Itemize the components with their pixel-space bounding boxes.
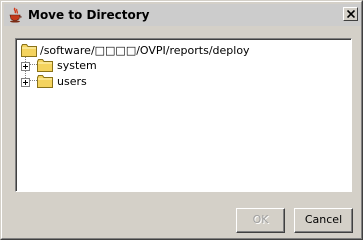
tree-root-label: /software/□□□□/OVPI/reports/deploy: [40, 44, 250, 57]
expand-plus-icon[interactable]: [21, 62, 30, 71]
title-bar[interactable]: Move to Directory: [4, 4, 361, 26]
expand-plus-icon[interactable]: [21, 78, 30, 87]
cancel-button[interactable]: Cancel: [294, 208, 353, 233]
folder-icon: [37, 75, 53, 91]
directory-tree-inner: /software/□□□□/OVPI/reports/deploy syste…: [16, 39, 351, 191]
move-to-directory-dialog: Move to Directory /software/□□□□/OVPI/re…: [0, 0, 363, 240]
close-button[interactable]: [343, 7, 358, 21]
close-icon: [347, 10, 355, 18]
tree-node-users[interactable]: users: [17, 74, 217, 90]
tree-node-label: users: [57, 75, 87, 88]
ok-button-label: OK: [252, 213, 269, 226]
dialog-frame: Move to Directory /software/□□□□/OVPI/re…: [1, 1, 362, 239]
java-cup-icon: [8, 7, 22, 23]
folder-icon: [37, 59, 53, 75]
directory-tree[interactable]: /software/□□□□/OVPI/reports/deploy syste…: [15, 38, 352, 192]
ok-button[interactable]: OK: [236, 208, 285, 233]
cancel-button-label: Cancel: [304, 213, 343, 226]
tree-root-node[interactable]: /software/□□□□/OVPI/reports/deploy: [21, 43, 321, 59]
tree-node-system[interactable]: system: [17, 58, 217, 74]
dialog-title: Move to Directory: [28, 8, 150, 22]
tree-node-label: system: [57, 59, 97, 72]
